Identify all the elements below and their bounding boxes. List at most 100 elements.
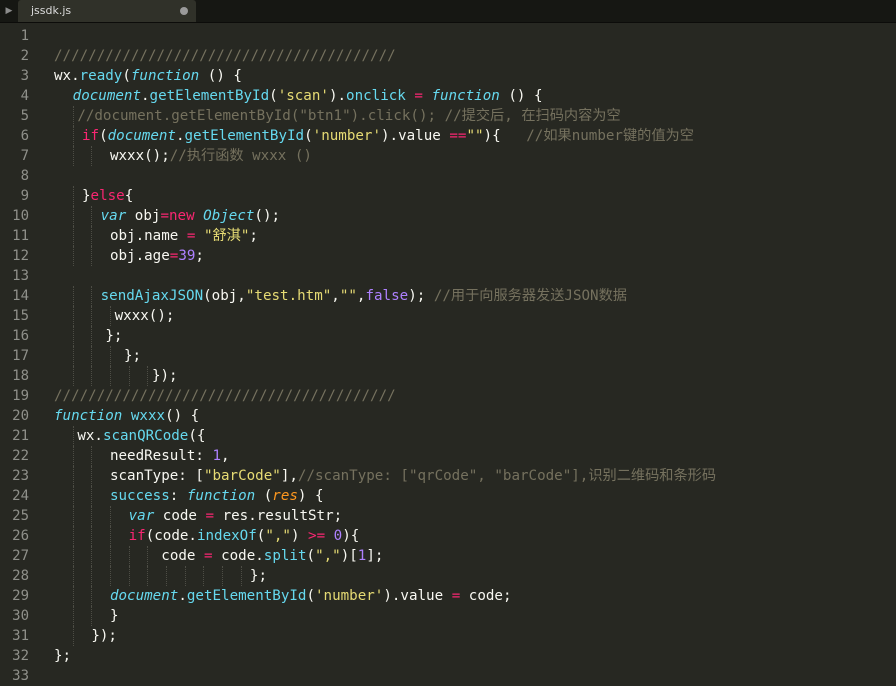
indent-guide [203,566,205,586]
code-line: 18}); [0,366,896,386]
indent-guide [72,626,74,646]
line-number: 14 [12,288,29,304]
code-line: 14 sendAjaxJSON(obj,"test.htm","",false);… [0,286,896,306]
code-editor[interactable]: 1 2 //////////////////////////////////////… [0,26,896,684]
indent-guide [91,366,93,386]
code-line: 23 scanType: ["barCode"],//scanType: ["qr… [0,466,896,486]
indent-guide [91,586,93,606]
indent-guide [221,566,223,586]
code-token: ) [290,528,309,544]
indent-guide [91,526,93,546]
code-line: 1 [0,26,896,46]
tab-jssdk[interactable]: jssdk.js [18,0,196,22]
line-number: 12 [12,248,29,264]
indent-guide [91,326,93,346]
code-token: "," [265,528,291,544]
code-token: 'number' [315,588,384,604]
code-line: 17}; [0,346,896,366]
indent-guide [91,546,93,566]
code-token: 1 [212,448,222,464]
tab-title: jssdk.js [31,4,72,17]
code-token: () { [499,88,543,104]
indent-guide [109,566,111,586]
line-number: 26 [12,528,29,544]
indent-guide [72,586,74,606]
code-line: 24 success: function (res) { [0,486,896,506]
code-line: 33 [0,666,896,686]
code-token: = [160,208,169,224]
line-number: 11 [12,228,29,244]
code-token: scanType: [ [109,468,204,484]
code-text: scanType: ["barCode"],//scanType: ["qrCo… [110,466,716,486]
code-token: 39 [178,248,196,264]
code-line: 15 wxxx(); [0,306,896,326]
code-token: } [81,188,91,204]
indent-guide [72,186,74,206]
code-token: == [449,128,467,144]
code-token: scanQRCode [102,428,189,444]
indent-guide [147,366,149,386]
code-token: "" [339,288,357,304]
code-token: = [405,88,432,104]
indent-guide [72,126,74,146]
indent-guide [72,286,74,306]
indent-guide [128,566,130,586]
code-token: wxxx [130,408,166,424]
code-line: 20 function wxxx() { [0,406,896,426]
line-number: 8 [20,168,29,184]
code-token: sendAjaxJSON [100,288,204,304]
indent-guide [72,346,74,366]
line-number: 13 [12,268,29,284]
line-number: 16 [12,328,29,344]
indent-guide [72,106,74,126]
line-number: 30 [12,608,29,624]
code-token: wxxx(); [109,148,170,164]
code-token: new [168,208,195,224]
code-token: ( [306,548,316,564]
code-token: , [221,448,230,464]
code-token: "舒淇" [203,228,250,244]
indent-guide [91,206,93,226]
indent-guide [72,366,74,386]
code-token: ( [255,488,273,504]
code-token: res [272,488,298,504]
line-number: 19 [12,388,29,404]
code-token: ( [99,128,108,144]
indent-guide [109,526,111,546]
line-number: 5 [20,108,29,124]
code-token: . [175,128,185,144]
indent-guide [72,526,74,546]
indent-guide [91,566,93,586]
code-token: getElementById [186,588,307,604]
code-token: wx. [54,68,80,84]
code-token: obj.name [109,228,187,244]
code-token: . [178,588,187,604]
indent-guide [147,566,149,586]
code-token: code [161,548,204,564]
indent-guide [109,366,111,386]
code-token: code. [212,548,264,564]
code-token: success [109,488,170,504]
code-token: //////////////////////////////////////// [54,48,396,64]
code-line: 11 obj.name = "舒淇"; [0,226,896,246]
code-line: 8 [0,166,896,186]
code-line: 21 wx.scanQRCode({ [0,426,896,446]
unsaved-dot-icon[interactable] [180,7,188,15]
code-token: . [141,88,150,104]
code-token: var [128,508,155,524]
code-token: getElementById [184,128,305,144]
code-text: }else{ [82,186,133,206]
code-line: 10 var obj=new Object(); [0,206,896,226]
indent-guide [72,146,74,166]
code-token: //scanType: ["qrCode", "barCode"],识别二维码和… [297,468,717,484]
tab-scroll-arrow-icon[interactable]: ▶ [0,0,18,22]
code-token: obj.age [109,248,170,264]
code-token: = [451,588,461,604]
code-text: wx.scanQRCode({ [77,426,205,446]
code-token: code [154,508,206,524]
indent-guide [184,566,186,586]
tab-bar: ▶ jssdk.js [0,0,896,23]
indent-guide [91,486,93,506]
indent-guide [128,366,130,386]
